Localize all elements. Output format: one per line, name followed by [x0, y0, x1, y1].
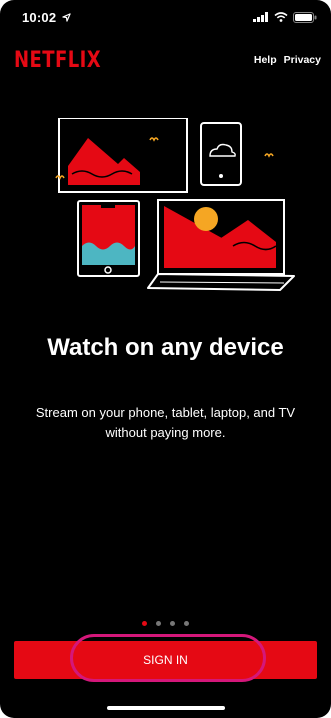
privacy-link[interactable]: Privacy: [284, 54, 321, 66]
status-time: 10:02: [22, 10, 71, 25]
location-arrow-icon: [62, 12, 71, 22]
status-icons: [253, 11, 317, 23]
laptop-illustration: [147, 199, 295, 291]
wifi-icon: [274, 12, 288, 22]
tablet-illustration: [77, 200, 140, 277]
app-screen: 10:02 NETFLIX Help Privacy Watch on any …: [0, 0, 331, 718]
page-dot-4[interactable]: [184, 621, 189, 626]
phone-illustration: [200, 122, 242, 186]
header-links: Help Privacy: [254, 54, 321, 66]
clock-text: 10:02: [22, 9, 57, 25]
page-dot-2[interactable]: [156, 621, 161, 626]
help-link[interactable]: Help: [254, 54, 277, 66]
signal-icon: [253, 12, 268, 22]
bird-icon: [264, 153, 274, 158]
status-bar: 10:02: [0, 0, 331, 34]
tv-illustration: [58, 118, 188, 193]
page-dot-1[interactable]: [142, 621, 147, 626]
page-dot-3[interactable]: [170, 621, 175, 626]
sign-in-button[interactable]: SIGN IN: [14, 641, 317, 679]
devices-illustration: [55, 118, 295, 291]
battery-icon: [293, 11, 317, 23]
onboarding-title: Watch on any device: [47, 334, 284, 361]
app-header: NETFLIX Help Privacy: [14, 40, 321, 80]
home-indicator: [106, 706, 225, 710]
page-indicator[interactable]: [0, 621, 331, 626]
netflix-logo: NETFLIX: [14, 47, 102, 73]
onboarding-description: Stream on your phone, tablet, laptop, an…: [35, 405, 296, 440]
